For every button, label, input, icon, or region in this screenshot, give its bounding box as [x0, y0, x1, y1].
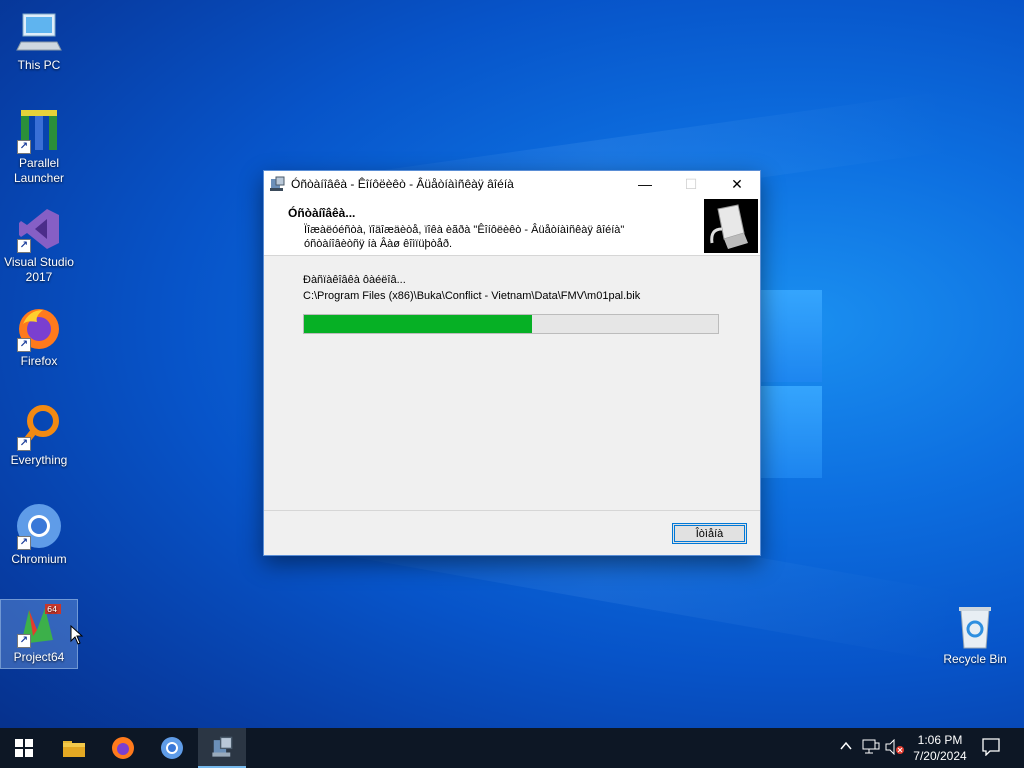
project64-icon: 64 ↗ [15, 600, 63, 648]
network-button[interactable] [862, 739, 880, 758]
taskbar-firefox[interactable] [99, 728, 147, 768]
svg-text:64: 64 [47, 605, 57, 614]
header-description: Ïîæàëóéñòà, ïîäîæäèòå, ïîêà èãðà "Êîíôëè… [304, 224, 625, 250]
desktop-icon-visual-studio[interactable]: ↗ Visual Studio 2017 [1, 205, 77, 285]
header-title: Óñòàíîâêà... [288, 206, 356, 220]
windows-start-icon [15, 739, 33, 757]
taskbar-chromium[interactable] [148, 728, 196, 768]
notification-icon [982, 738, 1000, 757]
desktop-icon-label: Visual Studio 2017 [4, 255, 74, 284]
setup-icon [270, 176, 285, 191]
current-file-path: C:\Program Files (x86)\Buka\Conflict - V… [303, 290, 641, 302]
shortcut-arrow-icon: ↗ [17, 140, 31, 154]
firefox-icon [112, 737, 134, 759]
minimize-button[interactable]: — [622, 171, 668, 197]
shortcut-arrow-icon: ↗ [17, 536, 31, 550]
dialog-header: Óñòàíîâêà... Ïîæàëóéñòà, ïîäîæäèòå, ïîêà… [264, 197, 760, 256]
shortcut-arrow-icon: ↗ [17, 437, 31, 451]
clock-date: 7/20/2024 [913, 749, 967, 763]
taskbar-clock[interactable]: 1:06 PM 7/20/2024 [900, 732, 980, 764]
visual-studio-icon: ↗ [15, 205, 63, 253]
show-hidden-icons-button[interactable] [840, 740, 852, 754]
computer-icon [15, 8, 63, 56]
recycle-bin-icon [951, 602, 999, 650]
taskbar: 1:06 PM 7/20/2024 [0, 728, 1024, 768]
chromium-icon: ↗ [15, 502, 63, 550]
dialog-content: Ðàñïàêîâêà ôàéëîâ... C:\Program Files (x… [264, 256, 760, 510]
taskbar-setup[interactable] [198, 728, 246, 768]
network-icon [862, 739, 880, 754]
desktop-icon-label: Firefox [20, 354, 58, 368]
clock-time: 1:06 PM [917, 733, 963, 747]
shortcut-arrow-icon: ↗ [17, 239, 31, 253]
desktop-icon-parallel-launcher[interactable]: ↗ Parallel Launcher [1, 106, 77, 186]
desktop-icon-label: Chromium [11, 552, 67, 566]
everything-search-icon: ↗ [15, 403, 63, 451]
chromium-icon [161, 737, 183, 759]
dialog-title: Óñòàíîâêà - Êîíôëèêò - Âüåòíàìñêàÿ âîéíà [291, 177, 514, 191]
desktop-icon-label: Recycle Bin [943, 652, 1007, 666]
desktop-icon-project64[interactable]: 64 ↗ Project64 [0, 599, 78, 669]
desktop-icon-this-pc[interactable]: This PC [1, 8, 77, 73]
folder-icon [63, 741, 85, 757]
setup-icon [212, 736, 233, 757]
start-button[interactable] [0, 728, 48, 768]
desktop-icon-firefox[interactable]: ↗ Firefox [1, 304, 77, 369]
firefox-icon: ↗ [15, 304, 63, 352]
shortcut-arrow-icon: ↗ [17, 634, 31, 648]
parallel-launcher-icon: ↗ [15, 106, 63, 154]
dialog-footer-divider [264, 510, 760, 511]
maximize-button: ☐ [684, 175, 698, 192]
close-button[interactable]: ✕ [714, 171, 760, 197]
taskbar-file-explorer[interactable] [50, 728, 98, 768]
installer-logo-icon [704, 199, 758, 253]
status-text: Ðàñïàêîâêà ôàéëîâ... [303, 274, 406, 286]
desktop-icon-everything[interactable]: ↗ Everything [1, 403, 77, 468]
desktop-icon-label: This PC [17, 58, 61, 72]
desktop-icon-chromium[interactable]: ↗ Chromium [1, 502, 77, 567]
dialog-titlebar[interactable]: Óñòàíîâêà - Êîíôëèêò - Âüåòíàìñêàÿ âîéíà… [264, 171, 760, 197]
notification-button[interactable] [982, 738, 1000, 759]
desktop-icon-label: Project64 [13, 650, 65, 664]
wallpaper-windows-logo [758, 290, 824, 480]
chevron-up-icon [840, 741, 852, 750]
installer-dialog: Óñòàíîâêà - Êîíôëèêò - Âüåòíàìñêàÿ âîéíà… [263, 170, 761, 556]
progress-fill [304, 315, 532, 333]
shortcut-arrow-icon: ↗ [17, 338, 31, 352]
desktop-icon-recycle-bin[interactable]: Recycle Bin [937, 602, 1013, 667]
cancel-button[interactable]: Îòìåíà [672, 523, 747, 544]
mouse-cursor-icon [70, 625, 84, 645]
progress-bar [303, 314, 719, 334]
desktop-icon-label: Everything [10, 453, 68, 467]
desktop-icon-label: Parallel Launcher [13, 156, 65, 185]
